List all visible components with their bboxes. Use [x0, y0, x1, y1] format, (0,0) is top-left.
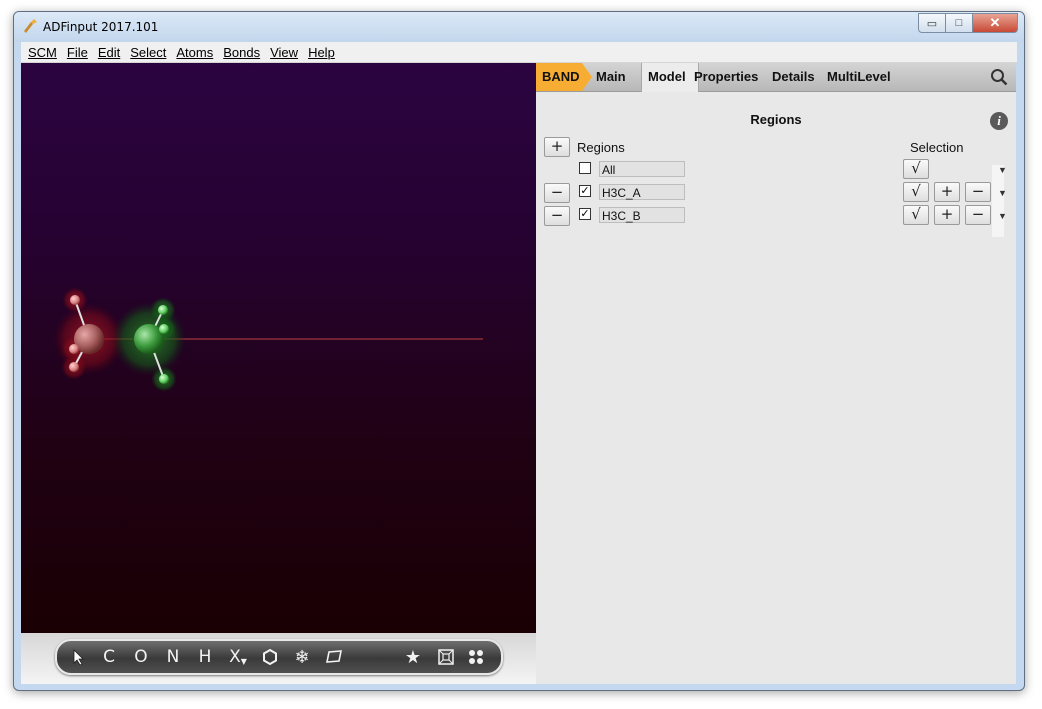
menu-edit[interactable]: Edit	[98, 45, 120, 60]
tab-band[interactable]: BAND	[536, 63, 592, 91]
region-checkbox-h3c-b[interactable]: ✓	[579, 208, 591, 220]
menu-help[interactable]: Help	[308, 45, 335, 60]
minimize-button[interactable]: ▭	[918, 13, 946, 33]
region-name-h3c-b[interactable]: H3C_B	[599, 207, 685, 223]
molecule-viewport[interactable]	[21, 63, 536, 633]
input-panel: BAND Main Model Properties Details Multi…	[536, 63, 1016, 684]
carbon-tool[interactable]: C	[101, 641, 117, 673]
tab-multilevel[interactable]: MultiLevel	[821, 63, 897, 91]
other-element-label: X	[229, 647, 241, 667]
selection-header: Selection	[910, 140, 964, 155]
dropdown-column	[992, 165, 1004, 237]
region-name-h3c-a[interactable]: H3C_A	[599, 184, 685, 200]
search-icon[interactable]	[990, 68, 1008, 86]
region-b-fragment[interactable]	[112, 297, 186, 392]
maximize-button[interactable]: □	[946, 13, 973, 33]
remove-from-region-h3c-b-button[interactable]: −	[965, 205, 991, 225]
oxygen-tool[interactable]: O	[133, 641, 149, 673]
select-region-h3c-a-button[interactable]: √	[903, 182, 929, 202]
menu-scm[interactable]: SCM	[28, 45, 57, 60]
remove-region-h3c-b-button[interactable]: −	[544, 206, 570, 226]
dropdown-h3c-a-icon[interactable]: ▼	[998, 188, 1007, 198]
add-to-region-h3c-b-button[interactable]: +	[934, 205, 960, 225]
dropdown-all-icon[interactable]: ▼	[998, 165, 1007, 175]
dropdown-h3c-b-icon[interactable]: ▼	[998, 211, 1007, 221]
region-name-all[interactable]: All	[599, 161, 685, 177]
menu-view[interactable]: View	[270, 45, 298, 60]
star-icon[interactable]: ★	[403, 641, 423, 673]
region-checkbox-all[interactable]	[579, 162, 591, 174]
app-icon	[24, 19, 37, 33]
add-region-button[interactable]: +	[544, 137, 570, 157]
tab-details[interactable]: Details	[766, 63, 821, 91]
remove-from-region-h3c-a-button[interactable]: −	[965, 182, 991, 202]
regions-header: Regions	[577, 140, 625, 155]
builder-toolbar-area: C O N H X ▼ ❄ ★	[21, 633, 536, 684]
page-title: Regions	[750, 112, 802, 127]
close-button[interactable]: ✕	[973, 13, 1018, 33]
menu-bar: SCM File Edit Select Atoms Bonds View He…	[21, 42, 1017, 63]
chevron-down-icon: ▼	[240, 656, 247, 666]
application-window: ADFinput 2017.101 ▭ □ ✕ SCM File Edit Se…	[13, 11, 1025, 691]
select-region-h3c-b-button[interactable]: √	[903, 205, 929, 225]
box-icon[interactable]	[437, 648, 455, 666]
other-element-tool[interactable]: X ▼	[227, 641, 249, 673]
molecule-render	[53, 287, 483, 392]
window-controls: ▭ □ ✕	[918, 13, 1018, 33]
panel-tabs: BAND Main Model Properties Details Multi…	[536, 63, 1016, 92]
remove-region-h3c-a-button[interactable]: −	[544, 183, 570, 203]
hydrogen-tool[interactable]: H	[197, 641, 213, 673]
menu-atoms[interactable]: Atoms	[176, 45, 213, 60]
region-checkbox-h3c-a[interactable]: ✓	[579, 185, 591, 197]
window-title: ADFinput 2017.101	[43, 20, 159, 34]
dots-icon[interactable]	[467, 648, 485, 666]
builder-toolbar: C O N H X ▼ ❄ ★	[55, 639, 503, 675]
nitrogen-tool[interactable]: N	[165, 641, 181, 673]
menu-file[interactable]: File	[67, 45, 88, 60]
plane-icon[interactable]	[325, 648, 343, 666]
pointer-icon[interactable]	[71, 649, 87, 665]
select-region-all-button[interactable]: √	[903, 159, 929, 179]
add-to-region-h3c-a-button[interactable]: +	[934, 182, 960, 202]
tab-properties[interactable]: Properties	[688, 63, 764, 91]
info-icon[interactable]: i	[990, 112, 1008, 130]
menu-bonds[interactable]: Bonds	[223, 45, 260, 60]
menu-select[interactable]: Select	[130, 45, 166, 60]
title-bar: ADFinput 2017.101 ▭ □ ✕	[14, 12, 1024, 42]
snowflake-icon[interactable]: ❄	[291, 641, 313, 673]
ring-icon[interactable]	[261, 648, 279, 666]
